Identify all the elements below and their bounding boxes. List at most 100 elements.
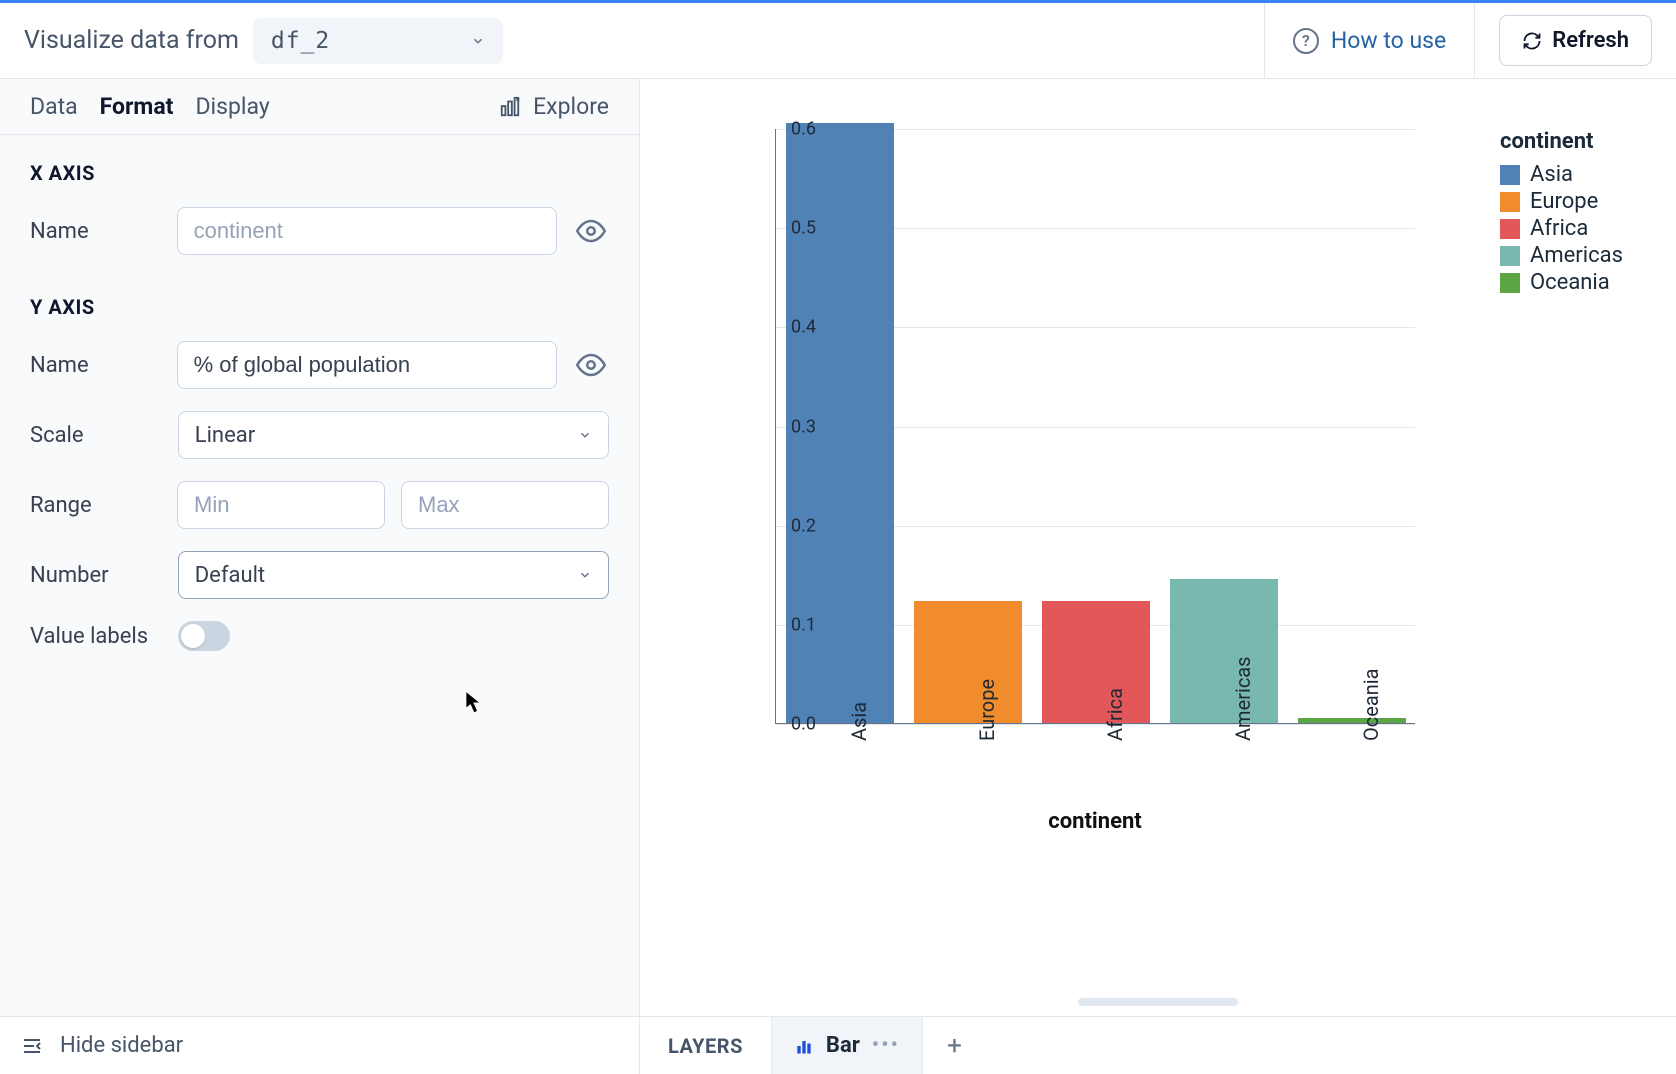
legend-item[interactable]: Asia xyxy=(1500,162,1623,187)
legend-item[interactable]: Americas xyxy=(1500,243,1623,268)
ytick-label: 0.5 xyxy=(766,218,816,239)
sidebar: Data Format Display Explore X AXIS Name … xyxy=(0,79,640,1016)
legend: continent AsiaEuropeAfricaAmericasOceani… xyxy=(1500,129,1623,996)
yaxis-number-label: Number xyxy=(30,563,178,588)
bar-africa[interactable] xyxy=(1042,601,1151,723)
yaxis-title: Y AXIS xyxy=(30,295,609,319)
layer-name: Bar xyxy=(826,1033,860,1058)
header-left: Visualize data from df_2 xyxy=(24,18,503,64)
ytick-label: 0.6 xyxy=(766,119,816,140)
add-layer-button[interactable]: + xyxy=(923,1031,986,1061)
eye-icon xyxy=(576,216,606,246)
yaxis-number-value: Default xyxy=(195,563,265,588)
yaxis-range-label: Range xyxy=(30,493,177,518)
yaxis-range-row: Range xyxy=(30,481,609,529)
format-pane: X AXIS Name Y AXIS Name Scale xyxy=(0,135,639,699)
xaxis-name-label: Name xyxy=(30,219,177,244)
legend-swatch xyxy=(1500,192,1520,212)
xaxis-visibility-toggle[interactable] xyxy=(573,213,609,249)
ytick-label: 0.3 xyxy=(766,416,816,437)
legend-swatch xyxy=(1500,219,1520,239)
yaxis-scale-value: Linear xyxy=(195,423,255,448)
range-inputs xyxy=(177,481,609,529)
header-right: ? How to use Refresh xyxy=(1264,17,1652,64)
horizontal-scroll-handle[interactable] xyxy=(1078,998,1238,1006)
legend-label: Americas xyxy=(1530,243,1623,268)
legend-item[interactable]: Africa xyxy=(1500,216,1623,241)
legend-swatch xyxy=(1500,273,1520,293)
x-axis-title: continent xyxy=(775,809,1415,834)
ytick-label: 0.0 xyxy=(766,714,816,735)
yaxis-number-select[interactable]: Default xyxy=(178,551,609,599)
legend-label: Oceania xyxy=(1530,270,1610,295)
gridline xyxy=(776,724,1415,725)
legend-item[interactable]: Oceania xyxy=(1500,270,1623,295)
hide-sidebar-button[interactable]: Hide sidebar xyxy=(0,1017,640,1074)
main: Data Format Display Explore X AXIS Name … xyxy=(0,79,1676,1016)
hide-sidebar-label: Hide sidebar xyxy=(60,1033,183,1058)
refresh-label: Refresh xyxy=(1552,28,1629,53)
visualize-label: Visualize data from xyxy=(24,26,239,55)
bar-europe[interactable] xyxy=(914,601,1023,723)
bar-americas[interactable] xyxy=(1170,579,1279,723)
how-to-use-label: How to use xyxy=(1331,27,1446,54)
value-labels-toggle[interactable] xyxy=(178,621,230,651)
yaxis-scale-select[interactable]: Linear xyxy=(178,411,609,459)
hide-sidebar-icon xyxy=(20,1034,44,1058)
ytick-label: 0.1 xyxy=(766,614,816,635)
value-labels-row: Value labels xyxy=(30,621,609,651)
chevron-down-icon xyxy=(578,568,592,582)
bar-chart-icon xyxy=(794,1036,814,1056)
xtick-label: Oceania xyxy=(1359,669,1383,742)
layers-bar: LAYERS Bar ••• + xyxy=(640,1017,1676,1074)
how-to-use-button[interactable]: ? How to use xyxy=(1264,3,1475,79)
ytick-label: 0.2 xyxy=(766,515,816,536)
yaxis-scale-row: Scale Linear xyxy=(30,411,609,459)
xaxis-name-row: Name xyxy=(30,207,609,255)
xtick-label: Americas xyxy=(1231,656,1255,741)
explore-label: Explore xyxy=(533,93,609,120)
chart-area: % of global population 0.00.10.20.30.40.… xyxy=(640,79,1676,1016)
layers-label: LAYERS xyxy=(640,1034,771,1058)
dataframe-name: df_2 xyxy=(271,28,330,54)
xaxis-name-input[interactable] xyxy=(177,207,558,255)
bar-oceania[interactable] xyxy=(1298,718,1407,723)
more-icon[interactable]: ••• xyxy=(872,1033,900,1058)
yaxis-name-row: Name xyxy=(30,341,609,389)
xaxis-title: X AXIS xyxy=(30,161,609,185)
yaxis-max-input[interactable] xyxy=(401,481,609,529)
tab-display[interactable]: Display xyxy=(195,93,269,120)
xtick-label: Africa xyxy=(1103,688,1127,741)
legend-label: Africa xyxy=(1530,216,1588,241)
ytick-label: 0.4 xyxy=(766,317,816,338)
footer: Hide sidebar LAYERS Bar ••• + xyxy=(0,1016,1676,1074)
yaxis-scale-label: Scale xyxy=(30,423,178,448)
tabs-left: Data Format Display xyxy=(30,93,270,120)
sidebar-tabs: Data Format Display Explore xyxy=(0,79,639,135)
chart: % of global population 0.00.10.20.30.40.… xyxy=(690,129,1470,829)
yaxis-number-row: Number Default xyxy=(30,551,609,599)
yaxis-name-label: Name xyxy=(30,353,177,378)
toggle-knob xyxy=(181,624,205,648)
layer-tab-bar[interactable]: Bar ••• xyxy=(771,1017,923,1074)
dataframe-select[interactable]: df_2 xyxy=(253,18,503,64)
tab-data[interactable]: Data xyxy=(30,93,78,120)
yaxis-visibility-toggle[interactable] xyxy=(573,347,609,383)
chevron-down-icon xyxy=(471,34,485,48)
legend-swatch xyxy=(1500,246,1520,266)
refresh-button[interactable]: Refresh xyxy=(1499,15,1652,66)
yaxis-min-input[interactable] xyxy=(177,481,385,529)
xtick-label: Asia xyxy=(847,702,871,741)
chevron-down-icon xyxy=(578,428,592,442)
explore-button[interactable]: Explore xyxy=(499,93,609,120)
explore-icon xyxy=(499,96,521,118)
eye-icon xyxy=(576,350,606,380)
plot-region xyxy=(775,129,1415,724)
tab-format[interactable]: Format xyxy=(100,93,174,120)
header: Visualize data from df_2 ? How to use Re… xyxy=(0,3,1676,79)
yaxis-name-input[interactable] xyxy=(177,341,558,389)
help-icon: ? xyxy=(1293,28,1319,54)
refresh-icon xyxy=(1522,31,1542,51)
legend-item[interactable]: Europe xyxy=(1500,189,1623,214)
legend-swatch xyxy=(1500,165,1520,185)
